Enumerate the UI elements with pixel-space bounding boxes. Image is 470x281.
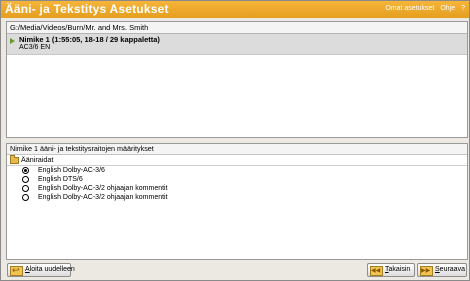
audio-track-label: English Dolby-AC-3/2 ohjaajan kommentit — [38, 185, 168, 192]
radio-button[interactable] — [22, 194, 29, 201]
audio-track-label: English Dolby-AC-3/2 ohjaajan kommentit — [38, 194, 168, 201]
radio-button[interactable] — [22, 167, 29, 174]
audio-track-label: English DTS/6 — [38, 176, 83, 183]
next-arrow-icon — [420, 265, 433, 277]
app-window: Ääni- ja Tekstitys Asetukset Omat asetuk… — [0, 0, 470, 281]
title-item-name: Nimike 1 (1:55:05, 18-18 / 29 kappaletta… — [19, 35, 160, 44]
back-label: Takaisin — [385, 266, 411, 273]
title-item-detail: AC3/6 EN — [19, 44, 51, 51]
audio-tracks-group[interactable]: Ääniraidat — [7, 155, 467, 166]
media-path: G:/Media/Videos/Burn/Mr. and Mrs. Smith — [7, 22, 467, 34]
help-link[interactable]: Ohje — [440, 5, 455, 12]
title-item[interactable]: Nimike 1 (1:55:05, 18-18 / 29 kappaletta… — [7, 34, 467, 55]
restart-label: Aloita uudelleen — [25, 266, 75, 273]
help-question-link[interactable]: ? — [461, 5, 465, 12]
window-title: Ääni- ja Tekstitys Asetukset — [5, 2, 169, 16]
play-icon — [10, 38, 15, 44]
title-links: Omat asetukset Ohje ? — [381, 5, 465, 12]
radio-button[interactable] — [22, 185, 29, 192]
next-button[interactable]: Seuraava — [417, 263, 467, 277]
next-label: Seuraava — [435, 266, 465, 273]
settings-link[interactable]: Omat asetukset — [385, 5, 434, 12]
folder-icon — [10, 155, 19, 164]
radio-button[interactable] — [22, 176, 29, 183]
track-settings-label: Nimike 1 ääni- ja tekstitysraitojen määr… — [7, 144, 467, 155]
audio-track-label: English Dolby-AC-3/6 — [38, 167, 105, 174]
title-bar: Ääni- ja Tekstitys Asetukset Omat asetuk… — [1, 1, 469, 18]
track-settings-panel: Nimike 1 ääni- ja tekstitysraitojen määr… — [6, 143, 468, 260]
back-button[interactable]: Takaisin — [367, 263, 415, 277]
restart-icon — [10, 264, 23, 276]
back-arrow-icon — [370, 265, 383, 277]
title-list-panel: G:/Media/Videos/Burn/Mr. and Mrs. Smith … — [6, 21, 468, 138]
restart-button[interactable]: Aloita uudelleen — [7, 263, 75, 277]
audio-tracks-label: Ääniraidat — [21, 155, 54, 164]
